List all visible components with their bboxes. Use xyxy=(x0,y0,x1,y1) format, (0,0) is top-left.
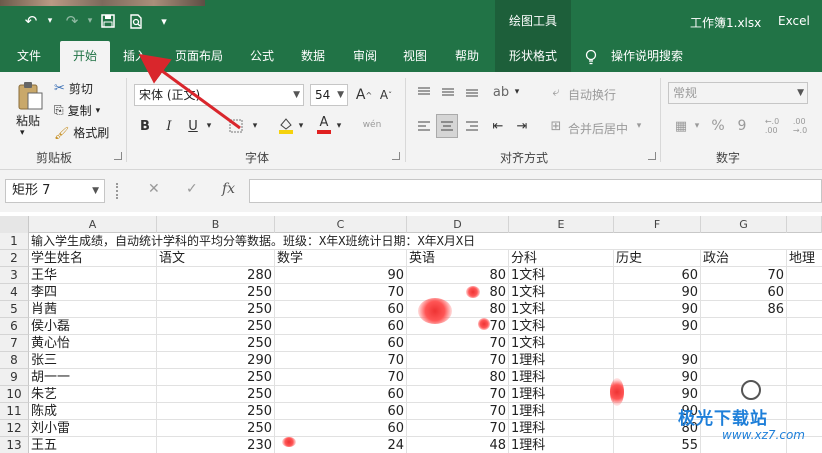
watermark-text: 极光下载站 xyxy=(678,409,768,429)
annotation-arrow xyxy=(138,53,241,130)
cell-a1[interactable]: 输入学生成绩，自动统计学科的平均分等数据。班级：X年X班统计日期：X年X月X日 xyxy=(29,233,475,250)
watermark-url: www.xz7.com xyxy=(722,428,805,442)
excel-window: ↶ ▾ ↷ ▾ ▾ 绘图工具 工作簿1.xlsx Excel 文件 开始 插入 … xyxy=(0,0,822,453)
watermark-logo: 极光下载站 www.xz7.com xyxy=(658,398,822,450)
rotate-handle-icon[interactable] xyxy=(741,380,761,400)
